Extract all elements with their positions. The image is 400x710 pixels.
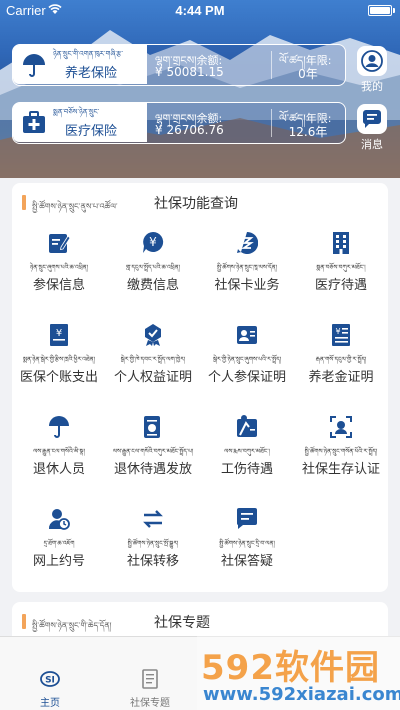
- work-injury-icon: [237, 415, 257, 437]
- header-background: [0, 0, 400, 178]
- svg-text:¥: ¥: [149, 235, 157, 249]
- item-label: 社保卡业务: [214, 278, 280, 293]
- watermark: 592软件园 www.592xiazai.com: [197, 636, 400, 710]
- item-label: 工伤待遇: [220, 462, 273, 477]
- panel-title-tibetan: སྤྱི་ཚོགས་ཉེན་སྲུང་ནུས་པ་འཚོལ་: [32, 202, 118, 211]
- grid-item-work-injury[interactable]: ལས་རྨས་བཀུར་མཐོང་། 工伤待遇: [200, 415, 294, 507]
- yen-payment-icon: ¥: [143, 231, 164, 253]
- item-label: 退休人员: [32, 462, 85, 477]
- item-label: 参保信息: [32, 278, 85, 293]
- medical-title: 医疗保险: [65, 124, 118, 139]
- years-value: 0年: [298, 67, 318, 81]
- grid-item-survival-verification[interactable]: སྤྱི་ཚོགས་ཉེན་སྲུང་གསོན་པོའི་ར་སྤྲོད། 社保…: [294, 415, 388, 507]
- svg-text:SI: SI: [45, 676, 55, 686]
- user-icon: [357, 46, 387, 76]
- grid-item-social-card[interactable]: སྤྱི་ཚོགས་ཉེན་སྲུང་ཁཱ་ལས་དོན། 社保卡业务: [200, 231, 294, 323]
- mountain-backdrop: [0, 30, 400, 178]
- tab-home-label: 主页: [40, 698, 60, 709]
- certificate-icon: [145, 324, 161, 346]
- item-label: 医疗待遇: [314, 278, 367, 293]
- grid-item-insurance-info[interactable]: ཉེན་སྲུང་ཞུགས་པའི་ཆ་འཕྲིན། 参保信息: [12, 231, 106, 323]
- social-security-logo-icon: SI: [40, 671, 60, 687]
- title-accent-bar: [22, 195, 26, 210]
- umbrella-icon: [23, 54, 45, 77]
- mine-button[interactable]: 我的: [355, 46, 389, 94]
- item-label: 个人参保证明: [207, 370, 286, 385]
- pension-card-title-area: ཉེན་སྲུང་གི་འགན་ཁུར་གཞི་རྩ་ 养老保险: [13, 45, 147, 84]
- grid-item-retired-persons[interactable]: ལས་རྒྱུན་ངལ་གསོའི་མི་སྣ། 退休人员: [12, 415, 106, 507]
- watermark-brand: 592软件园: [201, 648, 380, 688]
- transfer-icon: [143, 510, 163, 528]
- item-label: 社保转移: [126, 554, 179, 569]
- title-accent-bar: [22, 614, 26, 629]
- item-label: 网上约号: [32, 554, 85, 569]
- clock: 4:44 PM: [175, 3, 225, 18]
- grid-item-insurance-qa[interactable]: སྤྱི་ཚོགས་ཉེན་སྲུང་དྲི་བ་ལན། 社保答疑: [200, 507, 294, 599]
- item-label: 养老金证明: [308, 370, 374, 385]
- grid-item-pension-proof[interactable]: ¥ རྒན་གསོ་དངུལ་གྱི་ར་སྤྲོད། 养老金证明: [294, 323, 388, 415]
- message-icon: [357, 104, 387, 134]
- grid-item-medical-benefit[interactable]: སྨན་བཅོས་བཀུར་མཐོང་། 医疗待遇: [294, 231, 388, 323]
- function-query-panel: སྤྱི་ཚོགས་ཉེན་སྲུང་ནུས་པ་འཚོལ་ 社保功能查询 ཉེ…: [12, 183, 388, 592]
- tab-topics[interactable]: 社保专题: [100, 637, 200, 710]
- hospital-icon: [333, 232, 349, 254]
- umbrella-person-icon: [49, 416, 69, 438]
- status-bar: Carrier 4:44 PM: [0, 0, 400, 22]
- messages-label: 消息: [361, 138, 383, 151]
- account-book-icon: ¥: [50, 324, 68, 346]
- panel-title-text: 社保功能查询: [154, 196, 238, 212]
- item-label: 医保个账支出: [19, 370, 98, 385]
- svg-text:¥: ¥: [56, 328, 62, 339]
- document-list-icon: [142, 669, 158, 689]
- pension-years: ལོ་ཚད།年限: 0年: [275, 45, 345, 84]
- medical-kit-icon: [23, 111, 45, 133]
- balance-value: ¥ 50081.15: [155, 65, 224, 79]
- pension-insurance-card[interactable]: ཉེན་སྲུང་གི་འགན་ཁུར་གཞི་རྩ་ 养老保险 ལྷག་གྲང…: [12, 44, 346, 86]
- years-value: 12.6年: [288, 125, 328, 139]
- messages-button[interactable]: 消息: [355, 104, 389, 152]
- battery-icon: [368, 5, 392, 16]
- pension-document-icon: ¥: [332, 324, 350, 346]
- grid-item-personal-insurance-proof[interactable]: སྒེར་གྱི་ཉེན་སྲུང་ཞུགས་པའི་ར་སྤྲོད། 个人参保…: [200, 323, 294, 415]
- item-label: 个人权益证明: [113, 370, 192, 385]
- tab-home[interactable]: SI 主页: [0, 637, 100, 710]
- grid-item-retirement-payment[interactable]: ལས་རྒྱུན་ངལ་གསོའི་བཀུར་མཐོང་སྤྲོད་པ། 退休待…: [106, 415, 200, 507]
- face-verify-icon: [330, 416, 352, 438]
- tab-topics-label: 社保专题: [130, 698, 170, 709]
- medical-years: ལོ་ཚད།年限: 12.6年: [275, 103, 345, 142]
- qa-chat-icon: [236, 508, 257, 529]
- pension-balance: ལྷག་གྲངས།余额: ¥ 50081.15: [153, 45, 268, 84]
- medical-insurance-card[interactable]: སྨན་བཅོས་ཉེན་སྲུང་ 医疗保险 ལྷག་གྲངས།余额: ¥ 2…: [12, 102, 346, 144]
- card-service-icon: [237, 231, 258, 254]
- panel-title-text: 社保专题: [154, 615, 210, 631]
- grid-item-personal-rights[interactable]: སྒེར་གྱི་ཁེ་དབང་ར་སྤྲོད་ལག་ཁྱེར། 个人权益证明: [106, 323, 200, 415]
- item-label: 退休待遇发放: [113, 462, 192, 477]
- divider: [271, 109, 272, 137]
- grid-item-online-appointment[interactable]: དྲ་ཐོག་ཆ་འཇོག 网上约号: [12, 507, 106, 599]
- item-label: 社保答疑: [220, 554, 273, 569]
- pension-title: 养老保险: [65, 66, 118, 81]
- svg-text:¥: ¥: [335, 327, 340, 336]
- item-label: 社保生存认证: [301, 462, 380, 477]
- grid-item-insurance-transfer[interactable]: སྤྱི་ཚོགས་ཉེན་སྲུང་སྤོ་སྒྱུར། 社保转移: [106, 507, 200, 599]
- medical-balance: ལྷག་གྲངས།余额: ¥ 26706.76: [153, 103, 268, 142]
- watermark-site: www.592xiazai.com: [203, 684, 400, 705]
- grid-item-medical-account[interactable]: ¥ སྨན་ཉེན་སྒེར་གྱི་རྩིས་ཁྲའི་ཕྱིར་འཐེན། …: [12, 323, 106, 415]
- balance-value: ¥ 26706.76: [155, 123, 224, 137]
- retirement-payment-icon: [144, 416, 160, 438]
- appointment-icon: [48, 509, 70, 530]
- medical-card-title-area: སྨན་བཅོས་ཉེན་སྲུང་ 医疗保险: [13, 103, 147, 142]
- battery-tip: [393, 8, 395, 13]
- grid-item-payment-info[interactable]: ¥ གླ་དངུལ་སྤྲོད་པའི་ཆ་འཕྲིན། 缴费信息: [106, 231, 200, 323]
- item-label: 缴费信息: [126, 278, 179, 293]
- edit-document-icon: [49, 234, 70, 253]
- divider: [271, 51, 272, 79]
- person-card-icon: [237, 326, 257, 344]
- mine-label: 我的: [361, 80, 383, 93]
